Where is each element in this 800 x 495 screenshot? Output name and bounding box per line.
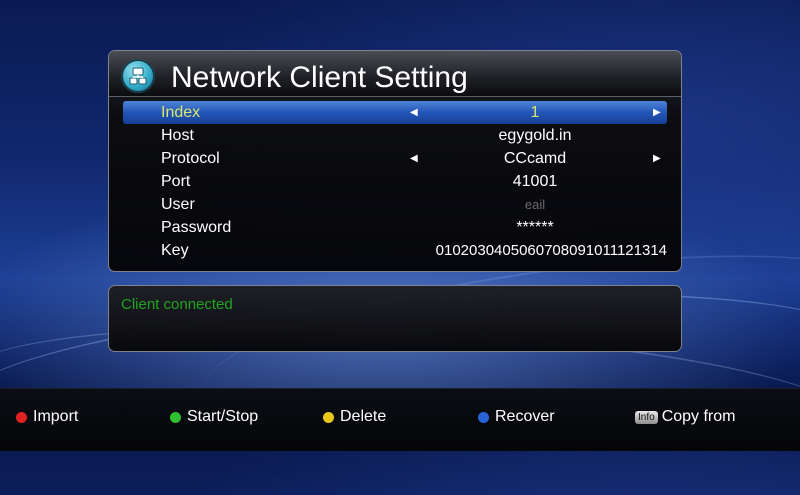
row-label: Protocol <box>161 150 220 167</box>
row-label: User <box>161 196 195 213</box>
blue-key-icon <box>478 411 489 423</box>
row-value: ****** <box>516 219 554 236</box>
arrow-right-icon[interactable]: ▶ <box>653 147 661 170</box>
network-icon <box>121 59 155 93</box>
red-key-icon <box>16 411 27 423</box>
copy-from-label: Copy from <box>661 408 736 425</box>
row-value: CCcamd <box>503 150 567 167</box>
recover-label: Recover <box>495 408 555 425</box>
settings-row-password[interactable]: Password ****** <box>123 216 667 239</box>
yellow-key-icon <box>323 411 334 423</box>
settings-row-port[interactable]: Port 41001 <box>123 170 667 193</box>
message-panel: Client connected <box>108 285 682 352</box>
settings-row-index[interactable]: Index ◀ 1 ▶ <box>123 101 667 124</box>
page-title: Network Client Setting <box>171 61 468 94</box>
footer-bar: Import Start/Stop Delete Recover Info Co… <box>0 388 800 451</box>
delete-button[interactable]: Delete <box>323 407 386 427</box>
delete-label: Delete <box>340 408 387 425</box>
copy-from-button[interactable]: Info Copy from <box>635 407 735 427</box>
import-button[interactable]: Import <box>16 407 78 427</box>
row-label: Host <box>161 127 194 144</box>
status-message: Client connected <box>121 296 233 313</box>
settings-row-host[interactable]: Host egygold.in <box>123 124 667 147</box>
green-key-icon <box>170 411 181 423</box>
settings-row-user[interactable]: User eail <box>123 193 667 216</box>
settings-row-protocol[interactable]: Protocol ◀ CCcamd ▶ <box>123 147 667 170</box>
arrow-right-icon[interactable]: ▶ <box>653 101 661 124</box>
row-value: 0102030405060708091011121314 <box>435 242 667 259</box>
row-value: eail <box>524 197 546 212</box>
info-key-icon: Info <box>635 410 658 424</box>
row-label: Port <box>161 173 191 190</box>
start-stop-button[interactable]: Start/Stop <box>170 407 258 427</box>
row-value: egygold.in <box>498 127 572 144</box>
row-label: Index <box>161 104 201 121</box>
row-label: Password <box>161 219 232 236</box>
settings-row-key[interactable]: Key 0102030405060708091011121314 <box>123 239 667 262</box>
start-stop-label: Start/Stop <box>187 408 259 425</box>
row-label: Key <box>161 242 189 259</box>
row-value: 1 <box>530 104 540 121</box>
settings-panel: Network Client Setting Index ◀ 1 ▶ Host … <box>108 50 682 272</box>
recover-button[interactable]: Recover <box>478 407 555 427</box>
row-value: 41001 <box>512 173 558 190</box>
import-label: Import <box>33 408 79 425</box>
